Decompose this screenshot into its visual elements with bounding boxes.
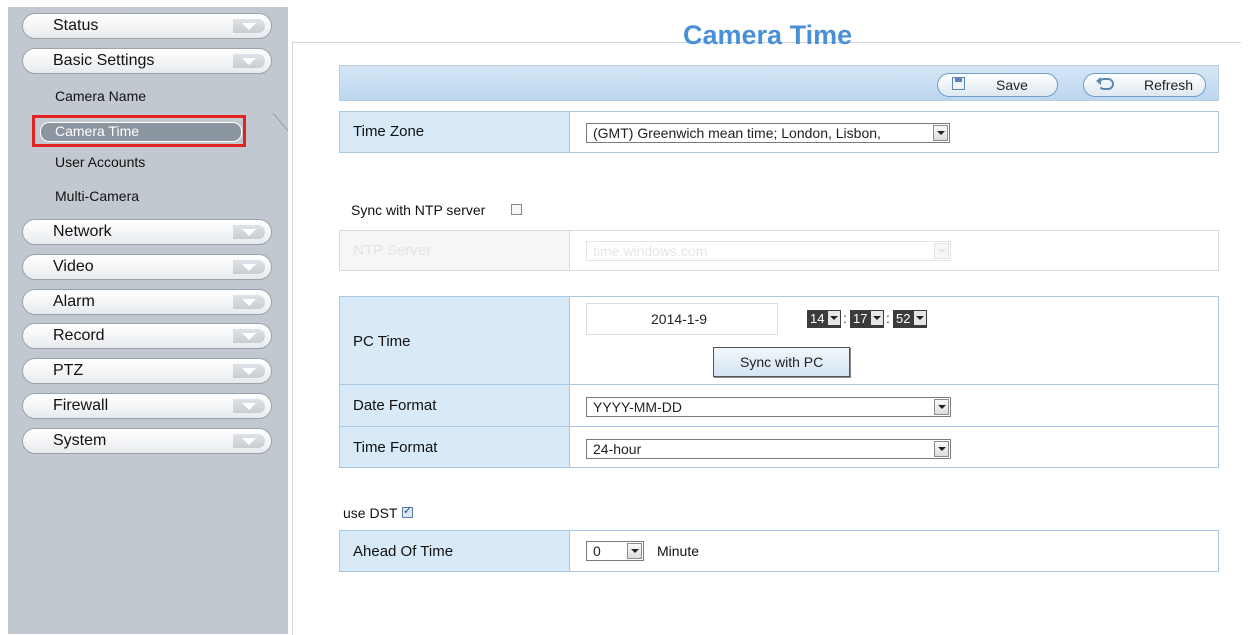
menu-basic-settings[interactable]: Basic Settings (22, 48, 272, 74)
ahead-of-time-value: 0 (593, 543, 601, 559)
date-format-label: Date Format (353, 397, 437, 414)
submenu-camera-time-label: Camera Time (55, 123, 140, 139)
ntp-sync-checkbox[interactable] (511, 204, 522, 215)
time-format-label: Time Format (353, 439, 438, 456)
pc-date-field[interactable]: 2014-1-9 (586, 303, 778, 335)
menu-status[interactable]: Status (22, 13, 272, 39)
second-select[interactable]: 52 (893, 310, 927, 328)
pc-time-row: PC Time 2014-1-9 14 : 17 : 52 Sync with … (339, 296, 1219, 385)
dropdown-arrow-icon (934, 399, 949, 415)
menu-network[interactable]: Network (22, 219, 272, 245)
time-separator: : (843, 310, 847, 326)
time-separator: : (886, 310, 890, 326)
date-format-value: YYYY-MM-DD (593, 399, 682, 415)
pc-date-value: 2014-1-9 (651, 311, 708, 327)
ntp-server-value: time.windows.com (593, 243, 708, 259)
date-format-label-cell: Date Format (340, 385, 570, 426)
ahead-of-time-select[interactable]: 0 (586, 541, 644, 561)
ntp-server-label: NTP Server (353, 242, 432, 259)
hour-value: 14 (810, 311, 825, 326)
chevron-down-icon (233, 329, 265, 343)
menu-firewall[interactable]: Firewall (22, 393, 272, 419)
chevron-down-icon (233, 225, 265, 239)
chevron-down-icon (233, 54, 265, 68)
menu-network-label: Network (53, 223, 112, 240)
sync-with-pc-label: Sync with PC (740, 354, 824, 370)
menu-ptz-label: PTZ (53, 362, 84, 379)
pc-time-label-cell: PC Time (340, 297, 570, 384)
second-value: 52 (896, 311, 911, 326)
submenu-multi-camera[interactable]: Multi-Camera (55, 188, 139, 204)
menu-alarm[interactable]: Alarm (22, 289, 272, 315)
dropdown-arrow-icon (914, 311, 926, 325)
date-format-row: Date Format YYYY-MM-DD (339, 384, 1219, 427)
submenu-camera-time[interactable]: Camera Time (40, 122, 242, 142)
save-icon (952, 77, 965, 90)
menu-basic-settings-label: Basic Settings (53, 52, 155, 69)
time-zone-label: Time Zone (353, 123, 425, 140)
ntp-server-label-cell: NTP Server (340, 231, 570, 270)
ahead-of-time-label: Ahead Of Time (353, 543, 454, 560)
use-dst-label: use DST (343, 505, 398, 521)
time-zone-row: Time Zone (GMT) Greenwich mean time; Lon… (339, 111, 1219, 153)
menu-ptz[interactable]: PTZ (22, 358, 272, 384)
refresh-button[interactable]: Refresh (1083, 73, 1206, 97)
menu-system-label: System (53, 432, 107, 449)
minute-select[interactable]: 17 (850, 310, 884, 328)
pc-time-label: PC Time (353, 333, 411, 350)
dropdown-arrow-icon (934, 441, 949, 457)
menu-video-label: Video (53, 258, 94, 275)
time-format-label-cell: Time Format (340, 427, 570, 467)
save-button[interactable]: Save (937, 73, 1058, 97)
ntp-server-select[interactable]: time.windows.com (586, 241, 951, 261)
submenu-camera-name[interactable]: Camera Name (55, 88, 146, 104)
date-format-select[interactable]: YYYY-MM-DD (586, 397, 951, 417)
submenu-camera-time-highlight: Camera Time (32, 115, 246, 147)
chevron-down-icon (233, 399, 265, 413)
menu-alarm-label: Alarm (53, 293, 95, 310)
menu-record[interactable]: Record (22, 323, 272, 349)
ahead-of-time-label-cell: Ahead Of Time (340, 531, 570, 571)
refresh-button-label: Refresh (1144, 77, 1194, 93)
dropdown-arrow-icon (627, 543, 642, 559)
time-format-value: 24-hour (593, 441, 642, 457)
time-zone-value: (GMT) Greenwich mean time; London, Lisbo… (593, 125, 881, 141)
dropdown-arrow-icon (933, 125, 948, 141)
toolbar: Save Refresh (339, 65, 1219, 101)
dropdown-arrow-icon (871, 311, 883, 325)
time-zone-select[interactable]: (GMT) Greenwich mean time; London, Lisbo… (586, 123, 950, 143)
sidebar-nav: Status Basic Settings Camera Name Camera… (8, 7, 288, 634)
chevron-down-icon (233, 19, 265, 33)
ahead-of-time-unit: Minute (657, 543, 700, 559)
menu-firewall-label: Firewall (53, 397, 109, 414)
menu-record-label: Record (53, 327, 105, 344)
time-format-row: Time Format 24-hour (339, 426, 1219, 468)
dropdown-arrow-icon (934, 243, 949, 259)
dropdown-arrow-icon (828, 311, 840, 325)
chevron-down-icon (233, 364, 265, 378)
menu-system[interactable]: System (22, 428, 272, 454)
ntp-sync-label: Sync with NTP server (351, 202, 486, 218)
time-zone-label-cell: Time Zone (340, 112, 570, 152)
submenu-user-accounts[interactable]: User Accounts (55, 154, 145, 170)
hour-select[interactable]: 14 (807, 310, 841, 328)
refresh-icon (1096, 77, 1114, 90)
ntp-server-row: NTP Server time.windows.com (339, 230, 1219, 271)
sync-with-pc-button[interactable]: Sync with PC (713, 347, 850, 377)
save-button-label: Save (996, 77, 1028, 93)
minute-value: 17 (853, 311, 868, 326)
ahead-of-time-row: Ahead Of Time 0 Minute (339, 530, 1219, 572)
menu-status-label: Status (53, 17, 99, 34)
menu-video[interactable]: Video (22, 254, 272, 280)
chevron-down-icon (233, 260, 265, 274)
use-dst-checkbox[interactable] (402, 504, 413, 518)
page-title: Camera Time (683, 20, 853, 50)
chevron-down-icon (233, 295, 265, 309)
chevron-down-icon (233, 434, 265, 448)
time-format-select[interactable]: 24-hour (586, 439, 951, 459)
